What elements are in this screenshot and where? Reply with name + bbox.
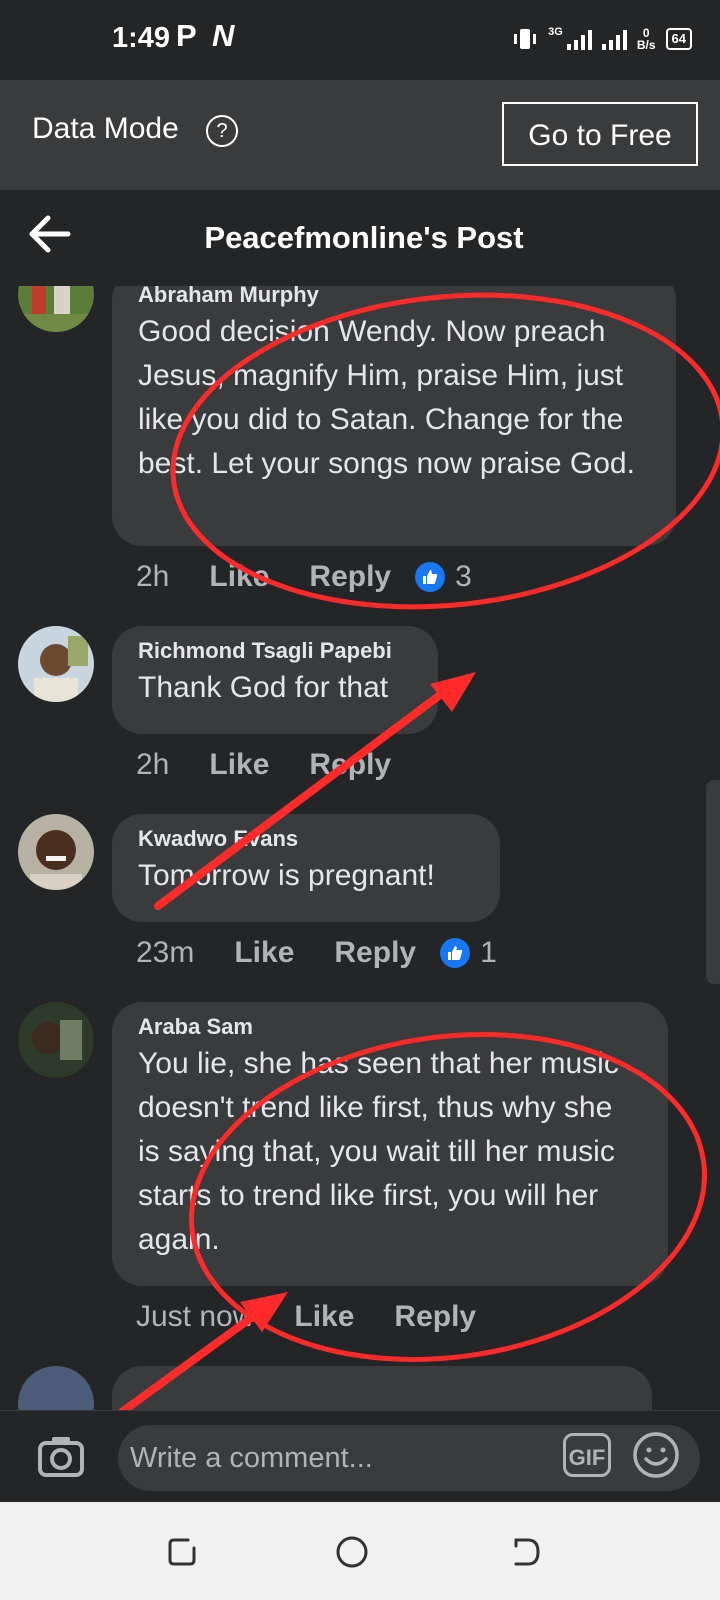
comment-bubble[interactable]: Richmond Tsagli Papebi Thank God for tha…: [112, 626, 438, 734]
comment-bubble[interactable]: Abraham Murphy Good decision Wendy. Now …: [112, 286, 676, 546]
comment-bubble[interactable]: Kwadwo Evans Tomorrow is pregnant!: [112, 814, 500, 922]
like-reaction-icon[interactable]: [440, 938, 471, 968]
comment-composer: GIF: [0, 1410, 720, 1503]
camera-icon[interactable]: [36, 1431, 86, 1481]
comment-author[interactable]: Kwadwo Evans: [138, 826, 474, 852]
reply-button[interactable]: Reply: [334, 936, 416, 970]
status-bar: 1:49 P N 3G 0 B/s 64: [0, 0, 720, 80]
reply-button[interactable]: Reply: [394, 1300, 476, 1334]
signal-1-icon: [566, 28, 592, 50]
like-button[interactable]: Like: [234, 936, 294, 970]
reaction-count[interactable]: 1: [480, 936, 497, 970]
post-header: Peacefmonline's Post: [0, 190, 720, 286]
comment-text: Tomorrow is pregnant!: [138, 859, 435, 892]
like-button[interactable]: Like: [209, 560, 269, 594]
comment-input[interactable]: [118, 1425, 700, 1491]
notification-n-icon: N: [212, 18, 235, 53]
avatar-kwadwo-evans[interactable]: [18, 814, 94, 890]
like-button[interactable]: Like: [209, 748, 269, 782]
avatar-richmond-tsagli-papebi[interactable]: [18, 626, 94, 702]
comment-actions: 23m Like Reply 1: [136, 936, 497, 970]
avatar-abraham-murphy[interactable]: [18, 286, 94, 332]
comment-author[interactable]: Richmond Tsagli Papebi: [138, 638, 412, 664]
status-right: 3G 0 B/s 64: [512, 26, 692, 52]
comment-time[interactable]: Just now: [136, 1300, 254, 1334]
speed-unit: B/s: [636, 38, 656, 52]
comment-bubble[interactable]: Araba Sam You lie, she has seen that her…: [112, 1002, 668, 1286]
avatar-next-comment[interactable]: [18, 1366, 94, 1410]
network-type-label: 3G: [548, 26, 563, 38]
gif-icon[interactable]: GIF: [563, 1433, 611, 1477]
reaction-count[interactable]: 3: [455, 560, 472, 594]
comment-author[interactable]: Abraham Murphy: [138, 286, 650, 308]
reply-button[interactable]: Reply: [309, 748, 391, 782]
comment-text: You lie, she has seen that her music doe…: [138, 1047, 619, 1256]
data-mode-label: Data Mode: [32, 112, 179, 145]
comment-text: Thank God for that: [138, 671, 389, 704]
like-button[interactable]: Like: [294, 1300, 354, 1334]
comment-text: Good decision Wendy. Now preach Jesus, m…: [138, 315, 635, 480]
comment-author[interactable]: Araba Sam: [138, 1014, 642, 1040]
comment-time[interactable]: 2h: [136, 748, 169, 782]
comment-actions: 2h Like Reply: [136, 748, 391, 782]
back-icon[interactable]: [508, 1534, 544, 1570]
home-icon[interactable]: [334, 1534, 370, 1570]
reply-button[interactable]: Reply: [309, 560, 391, 594]
vibrate-icon: [514, 29, 537, 49]
smiley-icon[interactable]: [632, 1431, 680, 1479]
go-to-free-button[interactable]: Go to Free: [502, 102, 698, 166]
comment-time[interactable]: 2h: [136, 560, 169, 594]
like-reaction-icon[interactable]: [415, 562, 446, 592]
page-title: Peacefmonline's Post: [204, 220, 524, 255]
notification-p-icon: P: [176, 18, 197, 53]
network-speed: 0 B/s: [637, 27, 656, 51]
comment-bubble-partial[interactable]: [112, 1366, 652, 1410]
comment-time[interactable]: 23m: [136, 936, 194, 970]
scrollbar-handle[interactable]: [706, 780, 720, 984]
recent-apps-icon[interactable]: [164, 1534, 200, 1570]
question-circle-icon[interactable]: ?: [206, 115, 238, 147]
comment-actions: Just now Like Reply: [136, 1300, 476, 1334]
data-mode-bar: Data Mode ? Go to Free: [0, 80, 720, 190]
system-nav-bar: [0, 1502, 720, 1600]
status-time: 1:49: [112, 22, 171, 54]
comment-list[interactable]: Abraham Murphy Good decision Wendy. Now …: [0, 286, 720, 1410]
signal-2-icon: [601, 28, 627, 50]
comment-actions: 2h Like Reply 3: [136, 560, 472, 594]
avatar-araba-sam[interactable]: [18, 1002, 94, 1078]
battery-icon: 64: [665, 28, 692, 50]
